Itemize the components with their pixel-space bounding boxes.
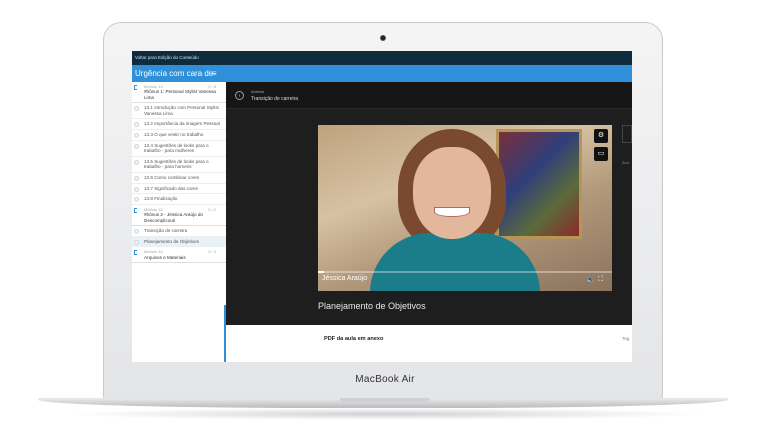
lesson-item-label: 13.2 Importância da imagem Pessoal [144, 121, 220, 127]
module-icon [134, 85, 137, 90]
course-title: Urgência com cara de [135, 69, 214, 78]
attachment-panel: PDF da aula em anexo Tag [226, 325, 632, 362]
header-bar [226, 65, 632, 82]
comment-button[interactable]: ▭ [594, 147, 608, 161]
lesson-item-label: 13.8 Finalização [144, 196, 178, 202]
settings-button[interactable]: ⚙ [594, 129, 608, 143]
presenter-smile [434, 207, 470, 217]
chevron-left-icon: ‹ [238, 93, 241, 99]
background-painting [496, 129, 582, 239]
lesson-item[interactable]: 13.8 Finalização [132, 194, 226, 205]
lesson-item[interactable]: Transição de carreira [132, 226, 226, 237]
lesson-main: ‹ Anterior Transição de carreira ⚙ ▭ Jés… [226, 82, 632, 362]
course-title-bar: Urgência com cara de ≡ [132, 65, 226, 82]
back-to-content-link[interactable]: Voltar para Edição do Conteúdo [132, 51, 632, 65]
video-caption: Jéssica Araújo [322, 275, 368, 282]
previous-lesson-title[interactable]: Transição de carreira [251, 96, 298, 102]
lesson-item-label: 13.1 Introdução com Personal Stylist Van… [144, 105, 219, 116]
presenter-face [413, 147, 491, 239]
status-circle-icon [134, 175, 139, 181]
module-15[interactable]: Módulo 15 0 / 2 #bônus 2 - Jéssica Araúj… [132, 205, 226, 226]
lesson-item[interactable]: 13.6 Como combinar cores [132, 173, 226, 184]
module-count: 0 / 4 [208, 249, 216, 255]
chat-icon: ▭ [597, 150, 605, 157]
lesson-title: Planejamento de Objetivos [318, 301, 426, 311]
status-circle-icon [134, 143, 139, 149]
module-count: 0 / 2 [208, 206, 216, 212]
video-progress-fill [318, 271, 324, 273]
lesson-header: ‹ Anterior Transição de carreira [226, 82, 632, 109]
module-14[interactable]: Módulo 14 0 / 8 #bônus 1: Personal Styli… [132, 82, 226, 104]
laptop-notch [340, 398, 430, 402]
lesson-item[interactable]: 13.4 Sugestões de looks para o trabalho … [132, 141, 226, 157]
module-title: #bônus 2 - Jéssica Araújo do Descomplico… [144, 212, 203, 223]
video-progress-bar[interactable] [318, 271, 612, 273]
lesson-item-label: 13.6 Como combinar cores [144, 174, 200, 180]
laptop-shadow [60, 408, 710, 420]
lesson-item[interactable]: 13.1 Introdução com Personal Stylist Van… [132, 103, 226, 120]
module-title: Arquivos e Materiais [144, 254, 186, 260]
screen: Voltar para Edição do Conteúdo Urgência … [132, 51, 632, 362]
status-circle-icon [134, 228, 139, 234]
module-count: 0 / 8 [208, 84, 216, 89]
lesson-item-label: 13.7 Significado das cores [144, 185, 198, 191]
attachment-title[interactable]: PDF da aula em anexo [324, 336, 383, 342]
lesson-item-label: 13.4 Sugestões de looks para o trabalho … [144, 142, 209, 154]
module-16[interactable]: Módulo 16 0 / 4 Arquivos e Materiais [132, 247, 226, 263]
module-icon [134, 250, 137, 256]
lesson-item[interactable]: 13.5 Sugestões de looks para o trabalho … [132, 157, 226, 173]
lesson-item-active[interactable]: Planejamento de Objetivos [132, 236, 226, 248]
webcam [380, 35, 386, 41]
lesson-item-label: 13.3 O que vestir no trabalho [144, 132, 204, 137]
status-circle-icon [134, 239, 139, 245]
hamburger-icon[interactable]: ≡ [212, 65, 217, 82]
course-sidebar: Módulo 14 0 / 8 #bônus 1: Personal Styli… [132, 82, 226, 362]
gear-icon: ⚙ [597, 132, 605, 139]
lesson-item-label: Transição de carreira [144, 227, 188, 233]
video-player[interactable]: ⚙ ▭ Jéssica Araújo 🔈 ⛶ [318, 125, 612, 291]
status-circle-icon [134, 106, 139, 112]
side-panel-box[interactable] [622, 125, 632, 143]
volume-icon[interactable]: 🔈 [586, 276, 595, 284]
previous-label: Anterior [251, 90, 265, 94]
lesson-item-label: 13.5 Sugestões de looks para o trabalho … [144, 158, 209, 170]
module-icon [134, 207, 137, 213]
lesson-item-label: Planejamento de Objetivos [144, 238, 199, 244]
side-panel-label: Ava [622, 160, 629, 165]
status-circle-icon [134, 122, 139, 128]
module-title: #bônus 1: Personal Stylist Vanessa Lima [144, 89, 216, 100]
lesson-item[interactable]: 13.7 Significado das cores [132, 184, 226, 195]
status-circle-icon [134, 186, 139, 192]
status-circle-icon [134, 159, 139, 165]
attachment-tag: Tag [622, 336, 630, 341]
presenter-body [370, 233, 540, 291]
status-circle-icon [134, 197, 139, 203]
lesson-item[interactable]: 13.3 O que vestir no trabalho [132, 130, 226, 141]
status-circle-icon [134, 133, 139, 138]
lesson-item[interactable]: 13.2 Importância da imagem Pessoal [132, 119, 226, 130]
device-brand-label: MacBook Air [355, 374, 415, 385]
previous-lesson-button[interactable]: ‹ [235, 91, 244, 100]
fullscreen-icon[interactable]: ⛶ [598, 276, 603, 284]
